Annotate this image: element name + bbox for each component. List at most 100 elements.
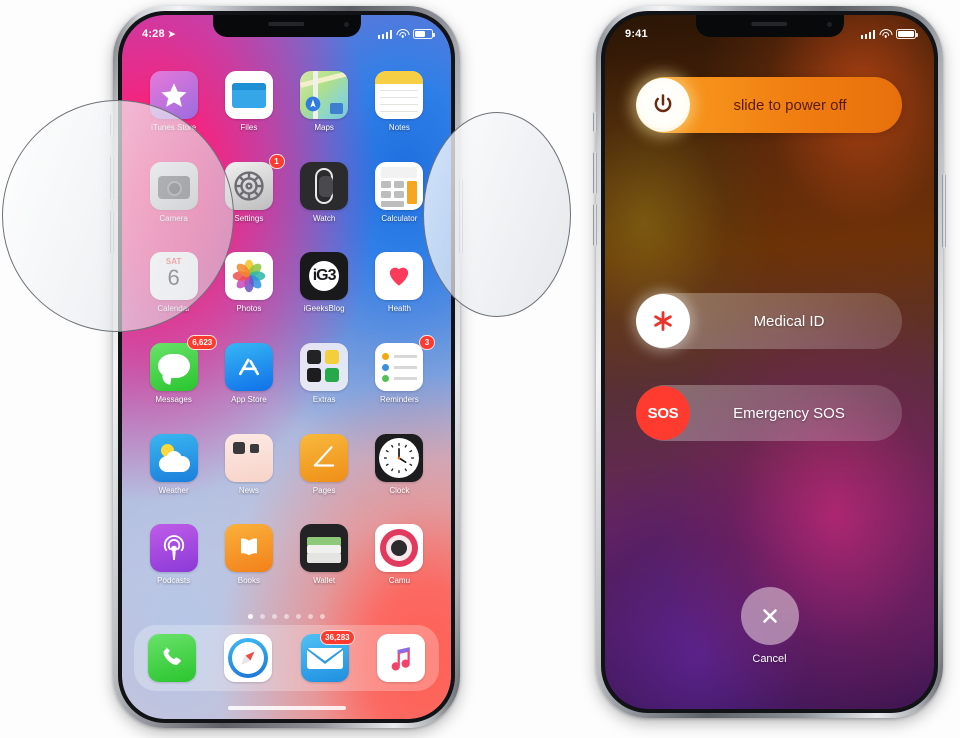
page-dots (122, 614, 451, 619)
app-icon-app-store[interactable]: App Store (211, 339, 286, 430)
app-icon-photos[interactable]: Photos (211, 248, 286, 339)
front-camera (343, 22, 349, 27)
right-volume-up-button[interactable] (593, 152, 597, 194)
app-icon-itunes-store[interactable]: iTunes Store (136, 67, 211, 158)
app-icon-news[interactable]: News (211, 430, 286, 521)
map-icon (300, 71, 349, 119)
right-phone-screen: 9:41 slide to power off Medical ID SOS E… (605, 15, 934, 709)
app-label: Camu (388, 576, 411, 586)
music-note-icon (376, 634, 425, 682)
app-label: Notes (388, 123, 410, 132)
page-dot (272, 614, 277, 619)
app-icon-wallet[interactable]: Wallet (287, 520, 362, 611)
app-icon-maps[interactable]: Maps (287, 67, 362, 158)
scene-root: 4:28 ➤ iTunes Store Files Maps Notes Camera 1… (0, 0, 960, 738)
app-grid: iTunes Store Files Maps Notes Camera 1 Setting… (122, 67, 451, 611)
power-slider-knob[interactable] (636, 78, 690, 132)
app-icon-notes[interactable]: Notes (362, 67, 437, 158)
side-power-button[interactable] (459, 178, 463, 254)
notch (212, 15, 361, 37)
cancel-container: Cancel (605, 587, 934, 665)
app-label: App Store (231, 394, 267, 404)
right-cellular-signal-icon (860, 29, 875, 39)
dock-item-safari[interactable] (224, 634, 273, 682)
dock-item-music[interactable] (376, 634, 425, 682)
app-icon-camera[interactable]: Camera (136, 158, 211, 249)
medical-id-label: Medical ID (753, 312, 825, 330)
right-side-power-button[interactable] (942, 174, 946, 248)
left-phone-bezel: 4:28 ➤ iTunes Store Files Maps Notes Camera 1… (122, 15, 451, 719)
camu-icon (375, 524, 424, 573)
app-icon-pages[interactable]: Pages (287, 430, 362, 521)
dock-item-phone[interactable] (148, 634, 197, 682)
home-indicator[interactable] (227, 706, 346, 710)
page-dot (284, 614, 289, 619)
igb-icon: iG3 (300, 252, 349, 301)
left-phone-screen: 4:28 ➤ iTunes Store Files Maps Notes Camera 1… (122, 15, 451, 719)
app-label: Weather (158, 485, 189, 495)
earpiece-speaker (267, 22, 304, 26)
app-icon-watch[interactable]: Watch (287, 158, 362, 249)
page-dot (296, 614, 301, 619)
dock: 36,283 (134, 625, 439, 691)
calculator-icon (375, 161, 424, 210)
right-ring-silent-switch[interactable] (593, 112, 597, 132)
app-icon-extras[interactable]: Extras (287, 339, 362, 430)
app-icon-igeeksblog[interactable]: iG3 iGeeksBlog (287, 248, 362, 339)
app-icon-files[interactable]: Files (211, 67, 286, 158)
slide-to-power-off-label: slide to power off (733, 96, 847, 114)
app-icon-health[interactable]: Health (362, 248, 437, 339)
app-label: Pages (312, 485, 336, 495)
app-icon-weather[interactable]: Weather (136, 430, 211, 521)
volume-up-button[interactable] (110, 156, 114, 200)
app-label: Books (237, 576, 260, 586)
app-label: Calendar (157, 304, 190, 314)
app-icon-reminders[interactable]: 3 Reminders (362, 334, 437, 430)
app-label: Wallet (313, 576, 336, 586)
app-icon-camu[interactable]: Camu (362, 520, 437, 611)
wallet-icon (300, 524, 349, 573)
left-phone: 4:28 ➤ iTunes Store Files Maps Notes Camera 1… (110, 6, 463, 728)
medical-id-knob (636, 294, 690, 348)
app-icon-calculator[interactable]: Calculator (362, 158, 437, 249)
app-label: Watch (312, 213, 336, 223)
location-arrow-icon: ➤ (167, 28, 176, 39)
phone-handset-icon (148, 634, 197, 682)
right-volume-down-button[interactable] (593, 204, 597, 246)
app-icon-messages[interactable]: 6,623 Messages (136, 334, 218, 430)
ring-silent-switch[interactable] (110, 114, 114, 136)
app-label: Camera (159, 213, 188, 223)
right-earpiece-speaker (750, 22, 787, 26)
app-icon-settings[interactable]: 1 Settings (211, 153, 286, 249)
app-icon-books[interactable]: Books (211, 520, 286, 611)
right-status-time: 9:41 (625, 28, 648, 40)
speech-bubble-icon (149, 342, 198, 391)
app-label: Settings (234, 213, 264, 223)
slide-to-power-off-slider[interactable]: slide to power off (636, 77, 902, 133)
watch-icon (300, 161, 349, 210)
page-dot (308, 614, 313, 619)
app-label: Podcasts (157, 576, 191, 586)
emergency-sos-button[interactable]: SOS Emergency SOS (636, 385, 902, 441)
right-phone-bezel: 9:41 slide to power off Medical ID SOS E… (605, 15, 934, 709)
cellular-signal-icon (377, 29, 392, 39)
sun-cloud-icon (149, 433, 198, 482)
app-label: Files (240, 123, 258, 132)
medical-id-button[interactable]: Medical ID (636, 293, 902, 349)
close-x-icon (762, 609, 777, 623)
app-icon-clock[interactable]: Clock (362, 430, 437, 521)
compass-icon (224, 634, 273, 682)
page-dot (260, 614, 265, 619)
cancel-button[interactable] (740, 587, 799, 645)
right-notch (695, 15, 844, 37)
app-store-icon (224, 342, 273, 391)
star-icon (149, 71, 198, 119)
right-battery-icon (896, 29, 919, 39)
pencil-icon (300, 433, 349, 482)
app-icon-calendar[interactable]: SAT 6 Calendar (136, 248, 211, 339)
volume-down-button[interactable] (110, 210, 114, 254)
app-icon-podcasts[interactable]: Podcasts (136, 520, 211, 611)
app-label: iGeeksBlog (303, 304, 345, 314)
clock-icon (375, 433, 424, 482)
dock-item-mail[interactable]: 36,283 (300, 630, 355, 682)
